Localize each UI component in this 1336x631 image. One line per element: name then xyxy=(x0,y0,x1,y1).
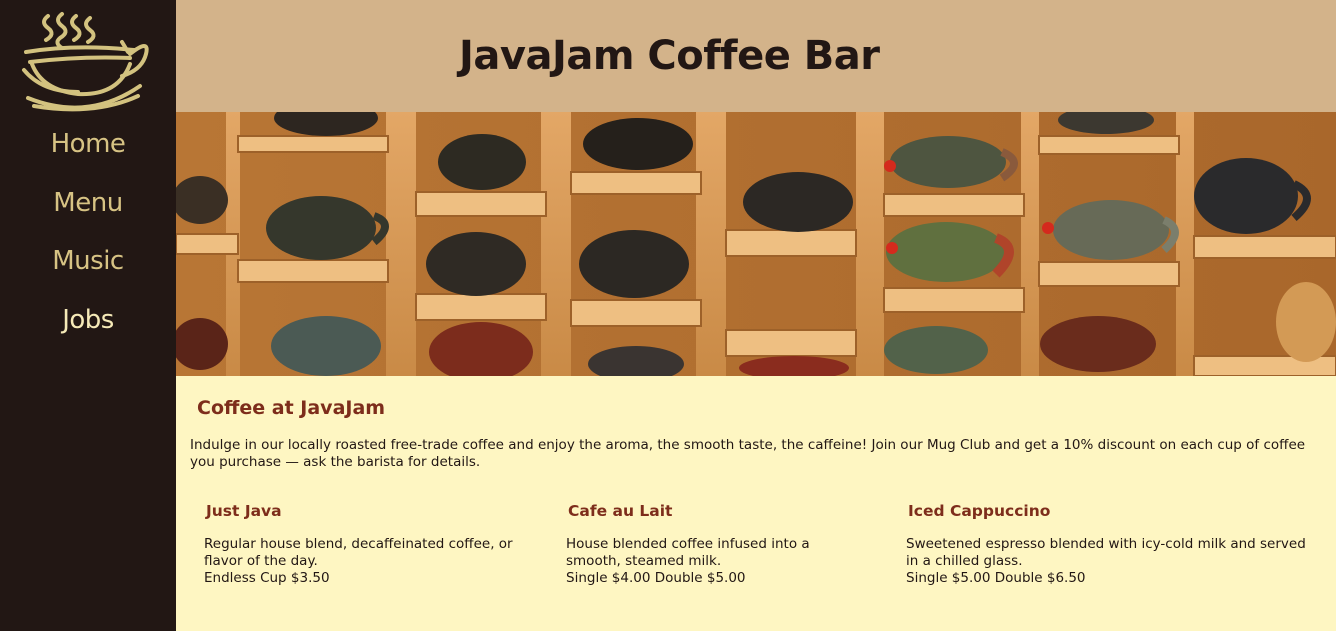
drink-description-text: House blended coffee infused into a smoo… xyxy=(566,536,810,569)
drink-item-just-java: Just Java Regular house blend, decaffein… xyxy=(204,502,536,587)
main-content: Coffee at JavaJam Indulge in our locally… xyxy=(176,376,1336,631)
page: Home Menu Music Jobs JavaJam Coffee Bar xyxy=(0,0,1336,631)
drink-description: House blended coffee infused into a smoo… xyxy=(566,536,866,587)
drink-description: Sweetened espresso blended with icy-cold… xyxy=(906,536,1316,587)
site-title: JavaJam Coffee Bar xyxy=(459,33,880,79)
drink-name: Iced Cappuccino xyxy=(908,502,1051,520)
drink-item-iced-cappuccino: Iced Cappuccino Sweetened espresso blend… xyxy=(906,502,1316,587)
drink-item-cafe-au-lait: Cafe au Lait House blended coffee infuse… xyxy=(566,502,866,587)
nav-menu-link[interactable]: Menu xyxy=(0,183,176,242)
nav-music-link[interactable]: Music xyxy=(0,241,176,300)
drink-description-text: Sweetened espresso blended with icy-cold… xyxy=(906,536,1306,569)
drink-description: Regular house blend, decaffeinated coffe… xyxy=(204,536,536,587)
nav-jobs-link[interactable]: Jobs xyxy=(0,300,176,359)
hero-image-mugs xyxy=(176,112,1336,376)
drink-price: Single $5.00 Double $6.50 xyxy=(906,570,1086,586)
drink-name: Cafe au Lait xyxy=(568,502,673,520)
section-heading: Coffee at JavaJam xyxy=(197,397,386,419)
drink-price: Endless Cup $3.50 xyxy=(204,570,330,586)
sidebar: Home Menu Music Jobs xyxy=(0,0,176,631)
drink-name: Just Java xyxy=(206,502,282,520)
coffee-cup-logo-icon xyxy=(18,8,158,118)
drink-price: Single $4.00 Double $5.00 xyxy=(566,570,746,586)
drink-description-text: Regular house blend, decaffeinated coffe… xyxy=(204,536,513,569)
intro-paragraph: Indulge in our locally roasted free-trad… xyxy=(190,437,1306,470)
main-nav: Home Menu Music Jobs xyxy=(0,124,176,358)
nav-home-link[interactable]: Home xyxy=(0,124,176,183)
page-header: JavaJam Coffee Bar xyxy=(176,0,1336,112)
